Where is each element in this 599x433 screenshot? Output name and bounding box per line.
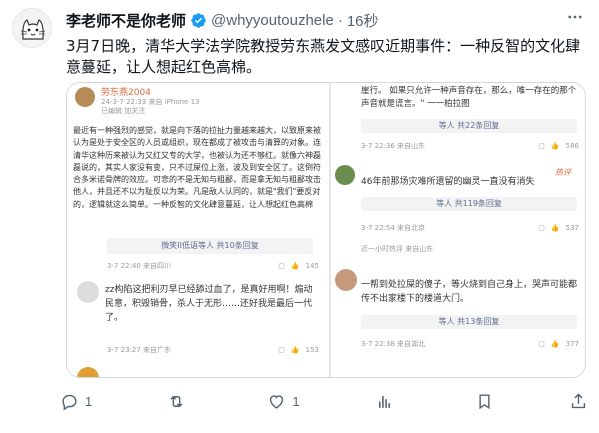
profile-avatar[interactable]: [12, 8, 52, 48]
media-left-screenshot[interactable]: 劳东燕2004 24-3-7 22:33 来自 iPhone 13 已编辑 加关…: [67, 83, 329, 377]
comment-1-time: 3-7 22:40 来自四川: [107, 262, 172, 270]
reply-icon: [62, 394, 77, 411]
comment-icon-r2: ▢: [538, 224, 545, 232]
right-comment-4-meta: 3-7 22:38 来自湖北 ▢ 👍 377: [361, 339, 579, 349]
like-count: 1: [292, 393, 300, 409]
comment-icon: ▢: [278, 262, 285, 270]
right-comment-2-likes: 537: [565, 224, 579, 232]
weibo-post-meta-2: 已编辑 加关注: [101, 107, 146, 115]
comment-2-text: zz构陷这把利刃早已经舔过血了，是真好用啊！煽动民意，积毁销骨，杀人于无形……还…: [105, 285, 313, 323]
right-comment-4-likes: 377: [565, 340, 579, 348]
bookmark-icon: [479, 393, 490, 409]
comment-icon-r1: ▢: [538, 142, 545, 150]
share-icon: [571, 392, 586, 408]
right-comment-4-time: 3-7 22:38 来自湖北: [361, 340, 426, 348]
post-time[interactable]: 16秒: [347, 10, 379, 31]
tweet-header: 李老师不是你老师 @whyyoutouzhele · 16秒: [66, 10, 379, 30]
reply-summary-1: 等人 共22条回复: [361, 119, 577, 133]
bookmark-button[interactable]: [475, 392, 494, 411]
tweet-text: 3月7日晚，清华大学法学院教授劳东燕发文感叹近期事件：一种反智的文化肆意蔓延，让…: [66, 37, 581, 76]
right-comment-1-time: 3-7 22:36 来自山东: [361, 142, 426, 150]
weibo-top-text: 崖行。 如果只允许一种声音存在，那么，唯一存在的那个声音就是谎言。" 一一柏拉图: [361, 86, 577, 109]
retweet-button[interactable]: [167, 392, 192, 411]
more-options-icon[interactable]: [565, 8, 585, 28]
comment-2-meta: 3-7 23:27 来自广东 ▢ 👍 153: [107, 345, 319, 355]
weibo-user-avatar: [75, 87, 95, 107]
thumb-icon-r2: 👍: [550, 224, 560, 232]
comment-icon-r4: ▢: [538, 340, 545, 348]
right-comment-3-snippet: 近一小时热评 来自山东: [361, 245, 434, 253]
thumb-icon-2: 👍: [290, 346, 300, 354]
media-right-screenshot[interactable]: 崖行。 如果只允许一种声音存在，那么，唯一存在的那个声音就是谎言。" 一一柏拉图…: [331, 83, 585, 377]
hot-comment-badge: 热评: [555, 168, 571, 177]
right-comment-2-meta: 3-7 22:54 来自北京 ▢ 👍 537: [361, 223, 579, 233]
right-commenter-4-avatar: [335, 269, 357, 291]
weibo-reply-summary: 微笑II低语等人 共10条回复: [107, 238, 313, 254]
right-comment-2-time: 3-7 22:54 来自北京: [361, 224, 426, 232]
comment-2-time: 3-7 23:27 来自广东: [107, 346, 172, 354]
comment-1-likes: 145: [305, 262, 319, 270]
user-handle[interactable]: @whyyoutouzhele: [211, 12, 334, 29]
reply-button[interactable]: 1: [60, 392, 92, 411]
heart-icon: [270, 394, 284, 409]
comment-1-meta: 3-7 22:40 来自四川 ▢ 👍 145: [107, 261, 319, 271]
cat-avatar-icon: [13, 9, 51, 47]
comment-icon-2: ▢: [278, 346, 285, 354]
tweet-media[interactable]: 劳东燕2004 24-3-7 22:33 来自 iPhone 13 已编辑 加关…: [66, 82, 586, 378]
right-comment-1-likes: 586: [565, 142, 579, 150]
views-chart-icon: [378, 395, 390, 408]
like-button[interactable]: 1: [267, 392, 300, 411]
thumb-icon-r1: 👍: [550, 142, 560, 150]
commenter-2-avatar: [77, 281, 99, 303]
commenter-3-avatar: [77, 367, 99, 377]
thumb-icon-r4: 👍: [550, 340, 560, 348]
separator-dot: ·: [337, 11, 343, 29]
right-comment-2-text: 46年前那场灾难所遗留的幽灵一直没有消失: [361, 177, 535, 187]
display-name[interactable]: 李老师不是你老师: [66, 10, 186, 31]
reply-count: 1: [85, 393, 93, 409]
views-button[interactable]: [375, 392, 400, 411]
reply-summary-4: 等人 共13条回复: [361, 315, 577, 329]
tweet-action-bar: 1 1: [60, 386, 588, 416]
comment-2-likes: 153: [305, 346, 319, 354]
share-button[interactable]: [569, 392, 588, 411]
weibo-post-body: 最近有一种强烈的感觉，就是向下落的拉扯力量越来越大，以致原来被认为是处于安全区的…: [73, 126, 321, 209]
verified-badge-icon: [191, 12, 206, 28]
right-comment-1-meta: 3-7 22:36 来自山东 ▢ 👍 586: [361, 141, 579, 151]
thumb-icon: 👍: [290, 262, 300, 270]
right-comment-4-text: 一帮到处拉屎的傻子，等火烧到自己身上，哭声可能都传不出家楼下的楼道大门。: [361, 280, 578, 304]
reply-summary-2: 等人 共119条回复: [361, 197, 577, 211]
retweet-icon: [170, 395, 183, 407]
right-commenter-2-avatar: [335, 165, 355, 185]
